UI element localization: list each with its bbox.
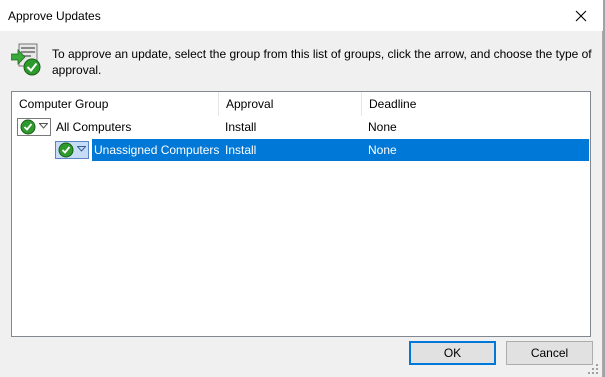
column-header-deadline[interactable]: Deadline xyxy=(362,92,590,116)
close-button[interactable] xyxy=(571,6,591,26)
approved-check-icon xyxy=(20,119,36,135)
cancel-button[interactable]: Cancel xyxy=(506,341,593,365)
group-row-all-computers[interactable]: All Computers Install None xyxy=(12,116,590,138)
dropdown-arrow-icon xyxy=(39,123,48,129)
instruction-text: To approve an update, select the group f… xyxy=(52,47,592,77)
deadline-value: None xyxy=(368,143,397,157)
group-name: All Computers xyxy=(56,120,132,134)
window-title: Approve Updates xyxy=(8,9,101,23)
ok-button[interactable]: OK xyxy=(409,341,496,365)
approve-updates-dialog: Approve Updates To approve an update, se… xyxy=(0,0,603,377)
close-icon xyxy=(575,10,587,22)
dropdown-arrow-icon xyxy=(77,146,86,152)
approval-dropdown-button[interactable] xyxy=(55,141,89,159)
column-header-approval[interactable]: Approval xyxy=(219,92,362,116)
approval-dropdown-button[interactable] xyxy=(17,118,51,136)
approval-value: Install xyxy=(225,143,257,157)
approve-updates-icon xyxy=(10,42,43,76)
group-name: Unassigned Computers xyxy=(94,143,220,157)
computer-group-list[interactable]: Computer Group Approval Deadline All Com… xyxy=(11,91,591,337)
approval-value: Install xyxy=(225,120,257,134)
column-header-computer-group[interactable]: Computer Group xyxy=(12,92,219,116)
title-bar[interactable]: Approve Updates xyxy=(0,0,603,31)
group-row-unassigned-computers[interactable]: Unassigned Computers Install None xyxy=(12,139,590,161)
deadline-value: None xyxy=(368,120,397,134)
resize-grip-icon[interactable] xyxy=(587,363,599,375)
approved-check-icon xyxy=(58,142,74,158)
